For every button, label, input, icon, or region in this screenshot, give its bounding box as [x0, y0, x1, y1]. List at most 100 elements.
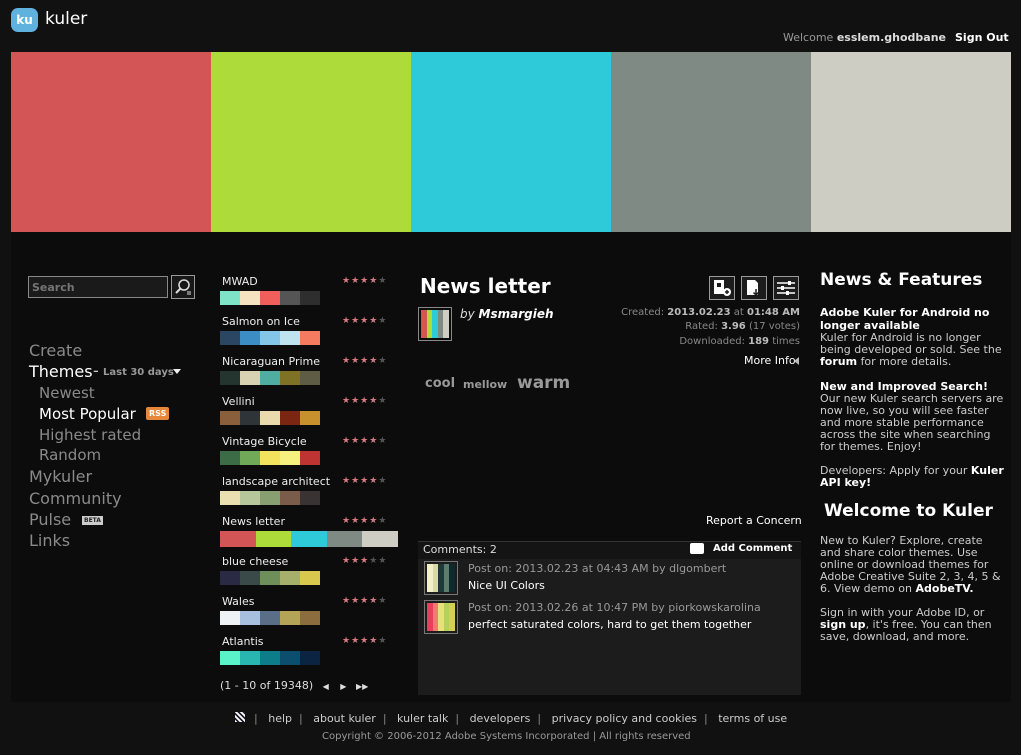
theme-list-item-swatches[interactable] — [220, 611, 320, 625]
theme-rating-stars[interactable]: ★★★★★ — [342, 316, 387, 326]
star-icon[interactable]: ★ — [369, 436, 378, 446]
star-icon[interactable]: ★ — [369, 276, 378, 286]
star-icon[interactable]: ★ — [378, 596, 387, 606]
star-icon[interactable]: ★ — [342, 396, 351, 406]
theme-rating-stars[interactable]: ★★★★★ — [342, 436, 387, 446]
star-icon[interactable]: ★ — [378, 436, 387, 446]
theme-list-item-swatches[interactable] — [220, 371, 320, 385]
star-icon[interactable]: ★ — [360, 316, 369, 326]
search-button[interactable] — [171, 275, 195, 299]
theme-rating-stars[interactable]: ★★★★★ — [342, 516, 387, 526]
star-icon[interactable]: ★ — [369, 356, 378, 366]
theme-rating-stars[interactable]: ★★★★★ — [342, 396, 387, 406]
nav-most-popular[interactable]: Most Popular — [39, 405, 136, 423]
kuler-logo-badge[interactable]: ku — [11, 8, 38, 32]
tag-mellow[interactable]: mellow — [463, 378, 507, 391]
star-icon[interactable]: ★ — [351, 476, 360, 486]
star-icon[interactable]: ★ — [351, 556, 360, 566]
theme-list-item-name[interactable]: Salmon on Ice — [222, 315, 300, 328]
comment-theme-thumbnail[interactable] — [424, 561, 458, 595]
star-icon[interactable]: ★ — [342, 516, 351, 526]
nav-random[interactable]: Random — [39, 446, 101, 464]
theme-rating-stars[interactable]: ★★★★★ — [342, 596, 387, 606]
adobetv-link[interactable]: AdobeTV. — [916, 582, 974, 595]
add-comment-button[interactable]: Add Comment — [713, 543, 792, 554]
theme-list-item-name[interactable]: landscape architect — [222, 475, 330, 488]
search-input[interactable] — [28, 276, 168, 298]
star-icon[interactable]: ★ — [351, 516, 360, 526]
edit-theme-button[interactable] — [773, 276, 799, 300]
footer-link-developers[interactable]: developers — [470, 712, 531, 725]
star-icon[interactable]: ★ — [360, 476, 369, 486]
star-icon[interactable]: ★ — [369, 556, 378, 566]
star-icon[interactable]: ★ — [360, 436, 369, 446]
nav-themes[interactable]: Themes — [29, 362, 93, 381]
theme-list-item-swatches[interactable] — [220, 331, 320, 345]
star-icon[interactable]: ★ — [378, 476, 387, 486]
forum-link[interactable]: forum — [820, 355, 857, 368]
star-icon[interactable]: ★ — [351, 276, 360, 286]
dropdown-arrow-icon[interactable] — [173, 369, 181, 374]
theme-list-item-name[interactable]: MWAD — [222, 275, 258, 288]
nav-highest-rated[interactable]: Highest rated — [39, 426, 141, 444]
footer-link-kuler-talk[interactable]: kuler talk — [397, 712, 448, 725]
theme-list-item-swatches[interactable] — [220, 411, 320, 425]
star-icon[interactable]: ★ — [369, 316, 378, 326]
star-icon[interactable]: ★ — [351, 596, 360, 606]
star-icon[interactable]: ★ — [360, 276, 369, 286]
theme-rating-stars[interactable]: ★★★★★ — [342, 556, 387, 566]
expand-arrow-icon[interactable] — [794, 357, 799, 365]
more-info-link[interactable]: More Info — [744, 354, 796, 367]
theme-rating-stars[interactable]: ★★★★★ — [342, 276, 387, 286]
star-icon[interactable]: ★ — [342, 356, 351, 366]
footer-link-privacy[interactable]: privacy policy and cookies — [552, 712, 697, 725]
theme-list-item-name[interactable]: Vellini — [222, 395, 255, 408]
theme-author[interactable]: Msmargieh — [479, 307, 554, 321]
nav-pulse[interactable]: Pulse — [29, 510, 71, 529]
prev-page-icon[interactable]: ◀ — [323, 682, 329, 691]
last-page-icon[interactable]: ▶▶ — [356, 682, 368, 691]
star-icon[interactable]: ★ — [378, 316, 387, 326]
theme-list-item-name[interactable]: News letter — [222, 515, 285, 528]
theme-list-item-name[interactable]: blue cheese — [222, 555, 288, 568]
theme-list-item-swatches[interactable] — [220, 651, 320, 665]
tag-cool[interactable]: cool — [425, 376, 455, 391]
footer-link-about[interactable]: about kuler — [313, 712, 376, 725]
star-icon[interactable]: ★ — [360, 636, 369, 646]
star-icon[interactable]: ★ — [369, 476, 378, 486]
star-icon[interactable]: ★ — [342, 316, 351, 326]
star-icon[interactable]: ★ — [360, 516, 369, 526]
nav-community[interactable]: Community — [29, 489, 122, 508]
star-icon[interactable]: ★ — [351, 436, 360, 446]
theme-rating-stars[interactable]: ★★★★★ — [342, 476, 387, 486]
star-icon[interactable]: ★ — [351, 636, 360, 646]
star-icon[interactable]: ★ — [342, 276, 351, 286]
brand-name[interactable]: kuler — [45, 9, 87, 29]
star-icon[interactable]: ★ — [378, 556, 387, 566]
star-icon[interactable]: ★ — [369, 596, 378, 606]
theme-rating-stars[interactable]: ★★★★★ — [342, 636, 387, 646]
theme-list-item-swatches[interactable] — [220, 291, 320, 305]
star-icon[interactable]: ★ — [378, 356, 387, 366]
star-icon[interactable]: ★ — [369, 636, 378, 646]
flag-icon[interactable] — [235, 712, 245, 722]
theme-thumbnail[interactable] — [418, 307, 452, 341]
star-icon[interactable]: ★ — [378, 276, 387, 286]
star-icon[interactable]: ★ — [342, 596, 351, 606]
rss-icon[interactable]: RSS — [146, 407, 170, 420]
theme-list-item-name[interactable]: Vintage Bicycle — [222, 435, 307, 448]
report-concern-link[interactable]: Report a Concern — [706, 514, 802, 527]
nav-links[interactable]: Links — [29, 531, 70, 550]
star-icon[interactable]: ★ — [342, 556, 351, 566]
download-theme-button[interactable] — [709, 276, 735, 300]
period-selector[interactable]: Last 30 days — [103, 367, 174, 378]
footer-link-terms[interactable]: terms of use — [718, 712, 787, 725]
star-icon[interactable]: ★ — [342, 436, 351, 446]
star-icon[interactable]: ★ — [378, 636, 387, 646]
theme-list-item-swatches[interactable] — [220, 571, 320, 585]
sign-out-link[interactable]: Sign Out — [955, 31, 1009, 44]
next-page-icon[interactable]: ▶ — [340, 682, 346, 691]
theme-list-item-swatches[interactable] — [220, 451, 320, 465]
star-icon[interactable]: ★ — [369, 516, 378, 526]
star-icon[interactable]: ★ — [360, 556, 369, 566]
